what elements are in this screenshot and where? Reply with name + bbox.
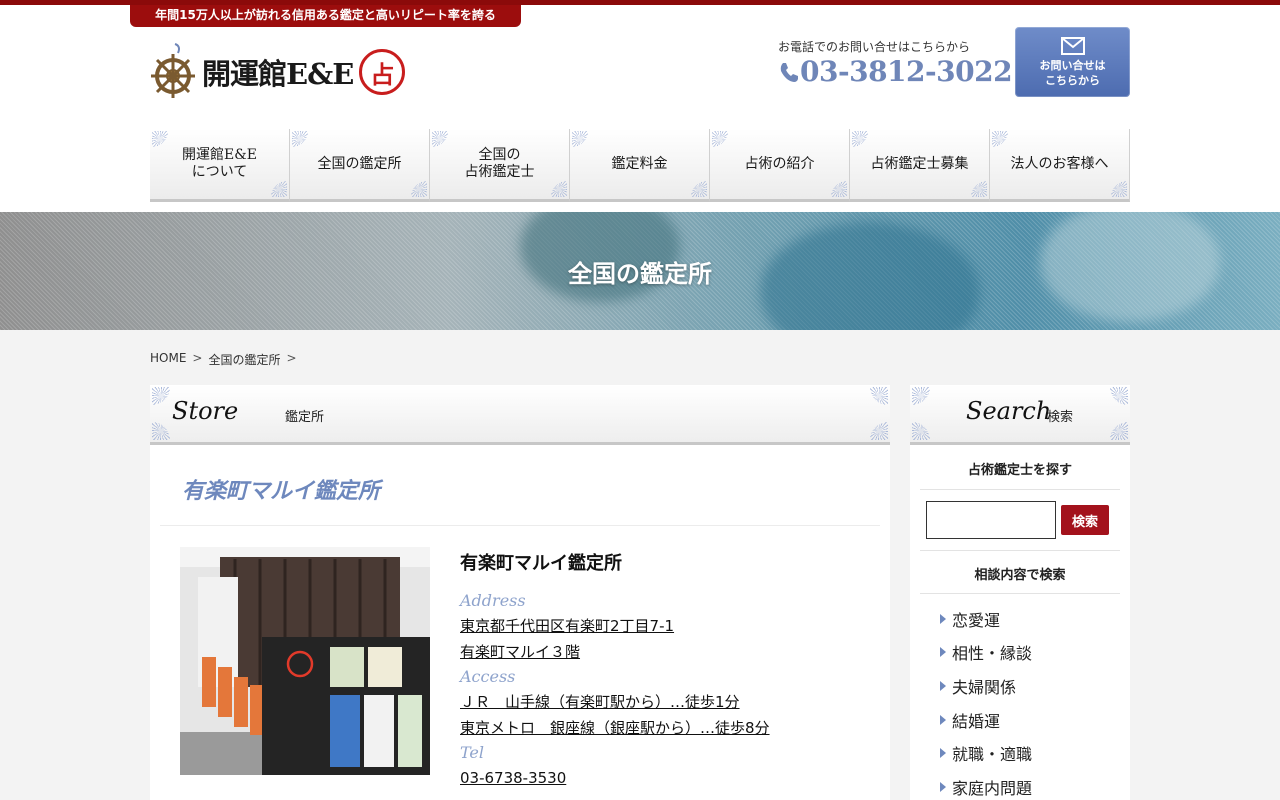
category-marriage-luck[interactable]: 結婚運 <box>940 703 1032 737</box>
tel-label: Tel <box>460 743 485 762</box>
contact-line-2: こちらから <box>1045 74 1100 87</box>
address-line-2[interactable]: 有楽町マルイ３階 <box>460 639 880 665</box>
address-label: Address <box>460 591 526 610</box>
corner-ornament <box>1110 387 1128 405</box>
divider <box>920 593 1120 594</box>
nav-recruit[interactable]: 占術鑑定士募集 <box>850 129 990 202</box>
hero-banner: 全国の鑑定所 <box>0 212 1280 330</box>
category-label: 夫婦関係 <box>952 677 1017 697</box>
category-compatibility[interactable]: 相性・縁談 <box>940 636 1032 670</box>
corner-ornament <box>870 422 888 440</box>
access-label: Access <box>460 667 516 686</box>
sidebar-title-en: Search <box>966 397 1052 425</box>
nav-stores-label: 全国の鑑定所 <box>317 155 402 172</box>
triangle-right-icon <box>940 613 946 624</box>
nav-pricing-label: 鑑定料金 <box>611 155 668 172</box>
hero-title: 全国の鑑定所 <box>568 259 712 288</box>
store-section-header: Store 鑑定所 <box>150 385 890 445</box>
category-marriage-relations[interactable]: 夫婦関係 <box>940 669 1032 703</box>
category-list: 恋愛運 相性・縁談 夫婦関係 結婚運 就職・適職 家庭内問題 <box>940 602 1032 800</box>
nav-corporate-label: 法人のお客様へ <box>1010 155 1109 172</box>
category-label: 相性・縁談 <box>952 644 1033 664</box>
nav-stores[interactable]: 全国の鑑定所 <box>290 129 430 202</box>
triangle-right-icon <box>940 647 946 658</box>
contact-button[interactable]: お問い合せは こちらから <box>1015 27 1130 97</box>
logo-seal: 占 <box>359 49 406 95</box>
divider <box>920 550 1120 551</box>
category-label: 恋愛運 <box>952 610 1001 630</box>
store-name: 有楽町マルイ鑑定所 <box>460 553 622 574</box>
category-label: 就職・適職 <box>952 745 1033 765</box>
corner-ornament <box>912 422 930 440</box>
breadcrumb-separator: > <box>286 351 297 365</box>
phone-contact[interactable]: 03-3812-3022 <box>778 55 1013 88</box>
contact-line-1: お問い合せは <box>1039 59 1106 72</box>
nav-recruit-label: 占術鑑定士募集 <box>870 155 969 172</box>
search-sidebar: Search 検索 占術鑑定士を探す 検索 相談内容で検索 恋愛運 相性・縁談 … <box>910 385 1130 800</box>
corner-ornament <box>870 387 888 405</box>
sidebar-title-jp: 検索 <box>1047 410 1074 425</box>
consult-search-label: 相談内容で検索 <box>974 568 1066 583</box>
find-teller-label: 占術鑑定士を探す <box>967 463 1072 478</box>
category-love[interactable]: 恋愛運 <box>940 602 1032 636</box>
store-photo <box>180 547 430 775</box>
mail-icon <box>1060 37 1085 55</box>
nav-about-line1: 開運館E&E <box>182 147 257 163</box>
divider <box>920 489 1120 490</box>
category-career[interactable]: 就職・適職 <box>940 736 1032 770</box>
search-button[interactable]: 検索 <box>1061 505 1109 535</box>
corner-ornament <box>912 387 930 405</box>
phone-number: 03-3812-3022 <box>800 55 1013 88</box>
section-title-jp: 鑑定所 <box>285 410 325 425</box>
category-label: 家庭内問題 <box>952 778 1033 798</box>
corner-ornament <box>152 422 170 440</box>
global-nav: 開運館E&E について 全国の鑑定所 全国の 占術鑑定士 鑑定料金 占術の紹介 占術… <box>150 129 1130 202</box>
category-label: 結婚運 <box>952 711 1001 731</box>
site-header: 年間15万人以上が訪れる信用ある鑑定と高いリピート率を誇る 開運館E&E 占 お… <box>0 5 1280 212</box>
store-title: 有楽町マルイ鑑定所 <box>182 478 381 504</box>
nav-tellers-line1: 全国の <box>478 147 521 163</box>
nav-tellers-line2: 占術鑑定士 <box>464 164 535 180</box>
store-tel-link[interactable]: 03-6738-3530 <box>460 765 880 791</box>
access-line-1[interactable]: ＪＲ 山手線（有楽町駅から）…徒歩1分 <box>460 689 880 715</box>
logo-text: 開運館E&E <box>202 57 354 91</box>
triangle-right-icon <box>940 680 946 691</box>
store-info: 有楽町マルイ鑑定所 Address 東京都千代田区有楽町2丁目7-1 有楽町マル… <box>460 549 880 791</box>
header-tagline: 年間15万人以上が訪れる信用ある鑑定と高いリピート率を誇る <box>130 5 521 27</box>
phone-icon <box>780 62 798 82</box>
category-family[interactable]: 家庭内問題 <box>940 770 1032 800</box>
triangle-right-icon <box>940 748 946 759</box>
corner-ornament <box>1110 422 1128 440</box>
breadcrumb: HOME > 全国の鑑定所 > <box>150 351 297 368</box>
divider <box>160 525 880 526</box>
ship-wheel-icon <box>151 43 195 98</box>
search-section-header: Search 検索 <box>910 385 1130 445</box>
triangle-right-icon <box>940 781 946 792</box>
breadcrumb-home[interactable]: HOME <box>150 351 186 368</box>
triangle-right-icon <box>940 714 946 725</box>
corner-ornament <box>152 387 170 405</box>
address-line-1[interactable]: 東京都千代田区有楽町2丁目7-1 <box>460 613 880 639</box>
nav-fortune-tellers[interactable]: 全国の 占術鑑定士 <box>430 129 570 202</box>
nav-pricing[interactable]: 鑑定料金 <box>570 129 710 202</box>
breadcrumb-separator: > <box>192 351 203 365</box>
nav-divination-intro[interactable]: 占術の紹介 <box>710 129 850 202</box>
breadcrumb-current[interactable]: 全国の鑑定所 <box>208 351 280 368</box>
nav-about[interactable]: 開運館E&E について <box>150 129 290 202</box>
access-line-2[interactable]: 東京メトロ 銀座線（銀座駅から）…徒歩8分 <box>460 715 880 741</box>
nav-about-line2: について <box>191 164 248 180</box>
store-content: Store 鑑定所 有楽町マルイ鑑定所 有楽町マルイ鑑定所 Address 東京… <box>150 385 890 800</box>
search-input[interactable] <box>926 501 1056 539</box>
site-logo[interactable]: 開運館E&E 占 <box>148 42 406 102</box>
nav-intro-label: 占術の紹介 <box>744 155 815 172</box>
phone-label: お電話でのお問い合せはこちらから <box>778 40 971 54</box>
section-title-en: Store <box>172 397 239 425</box>
nav-corporate[interactable]: 法人のお客様へ <box>990 129 1130 202</box>
